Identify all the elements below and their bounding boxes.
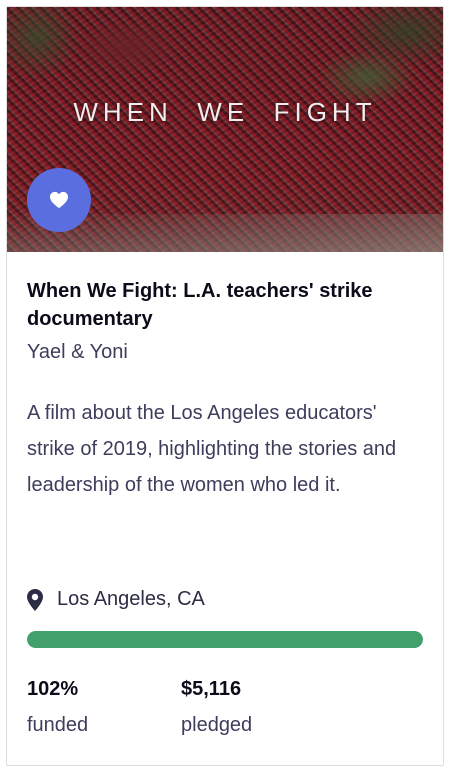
- funded-stat: 102% funded: [27, 677, 88, 737]
- pledged-value: $5,116: [181, 678, 242, 700]
- funded-label: funded: [27, 714, 89, 736]
- funding-progress-bar: [27, 631, 423, 648]
- map-pin-icon: [27, 588, 43, 611]
- project-location[interactable]: Los Angeles, CA: [27, 588, 205, 611]
- project-title[interactable]: When We Fight: L.A. teachers' strike doc…: [27, 277, 423, 333]
- heart-icon: [50, 191, 68, 209]
- pledged-stat: $5,116 pledged: [181, 677, 252, 737]
- funded-value: 102%: [27, 678, 79, 700]
- project-card[interactable]: WHEN WE FIGHT When We Fight: L.A. teache…: [6, 6, 444, 766]
- funding-progress-fill: [27, 631, 423, 648]
- project-creator[interactable]: Yael & Yoni: [27, 338, 128, 366]
- blurb-fade: [27, 495, 423, 540]
- hero-title-text: WHEN WE FIGHT: [73, 97, 377, 127]
- pledged-label: pledged: [181, 714, 253, 736]
- location-label: Los Angeles, CA: [57, 588, 205, 610]
- favorite-button[interactable]: [27, 168, 91, 232]
